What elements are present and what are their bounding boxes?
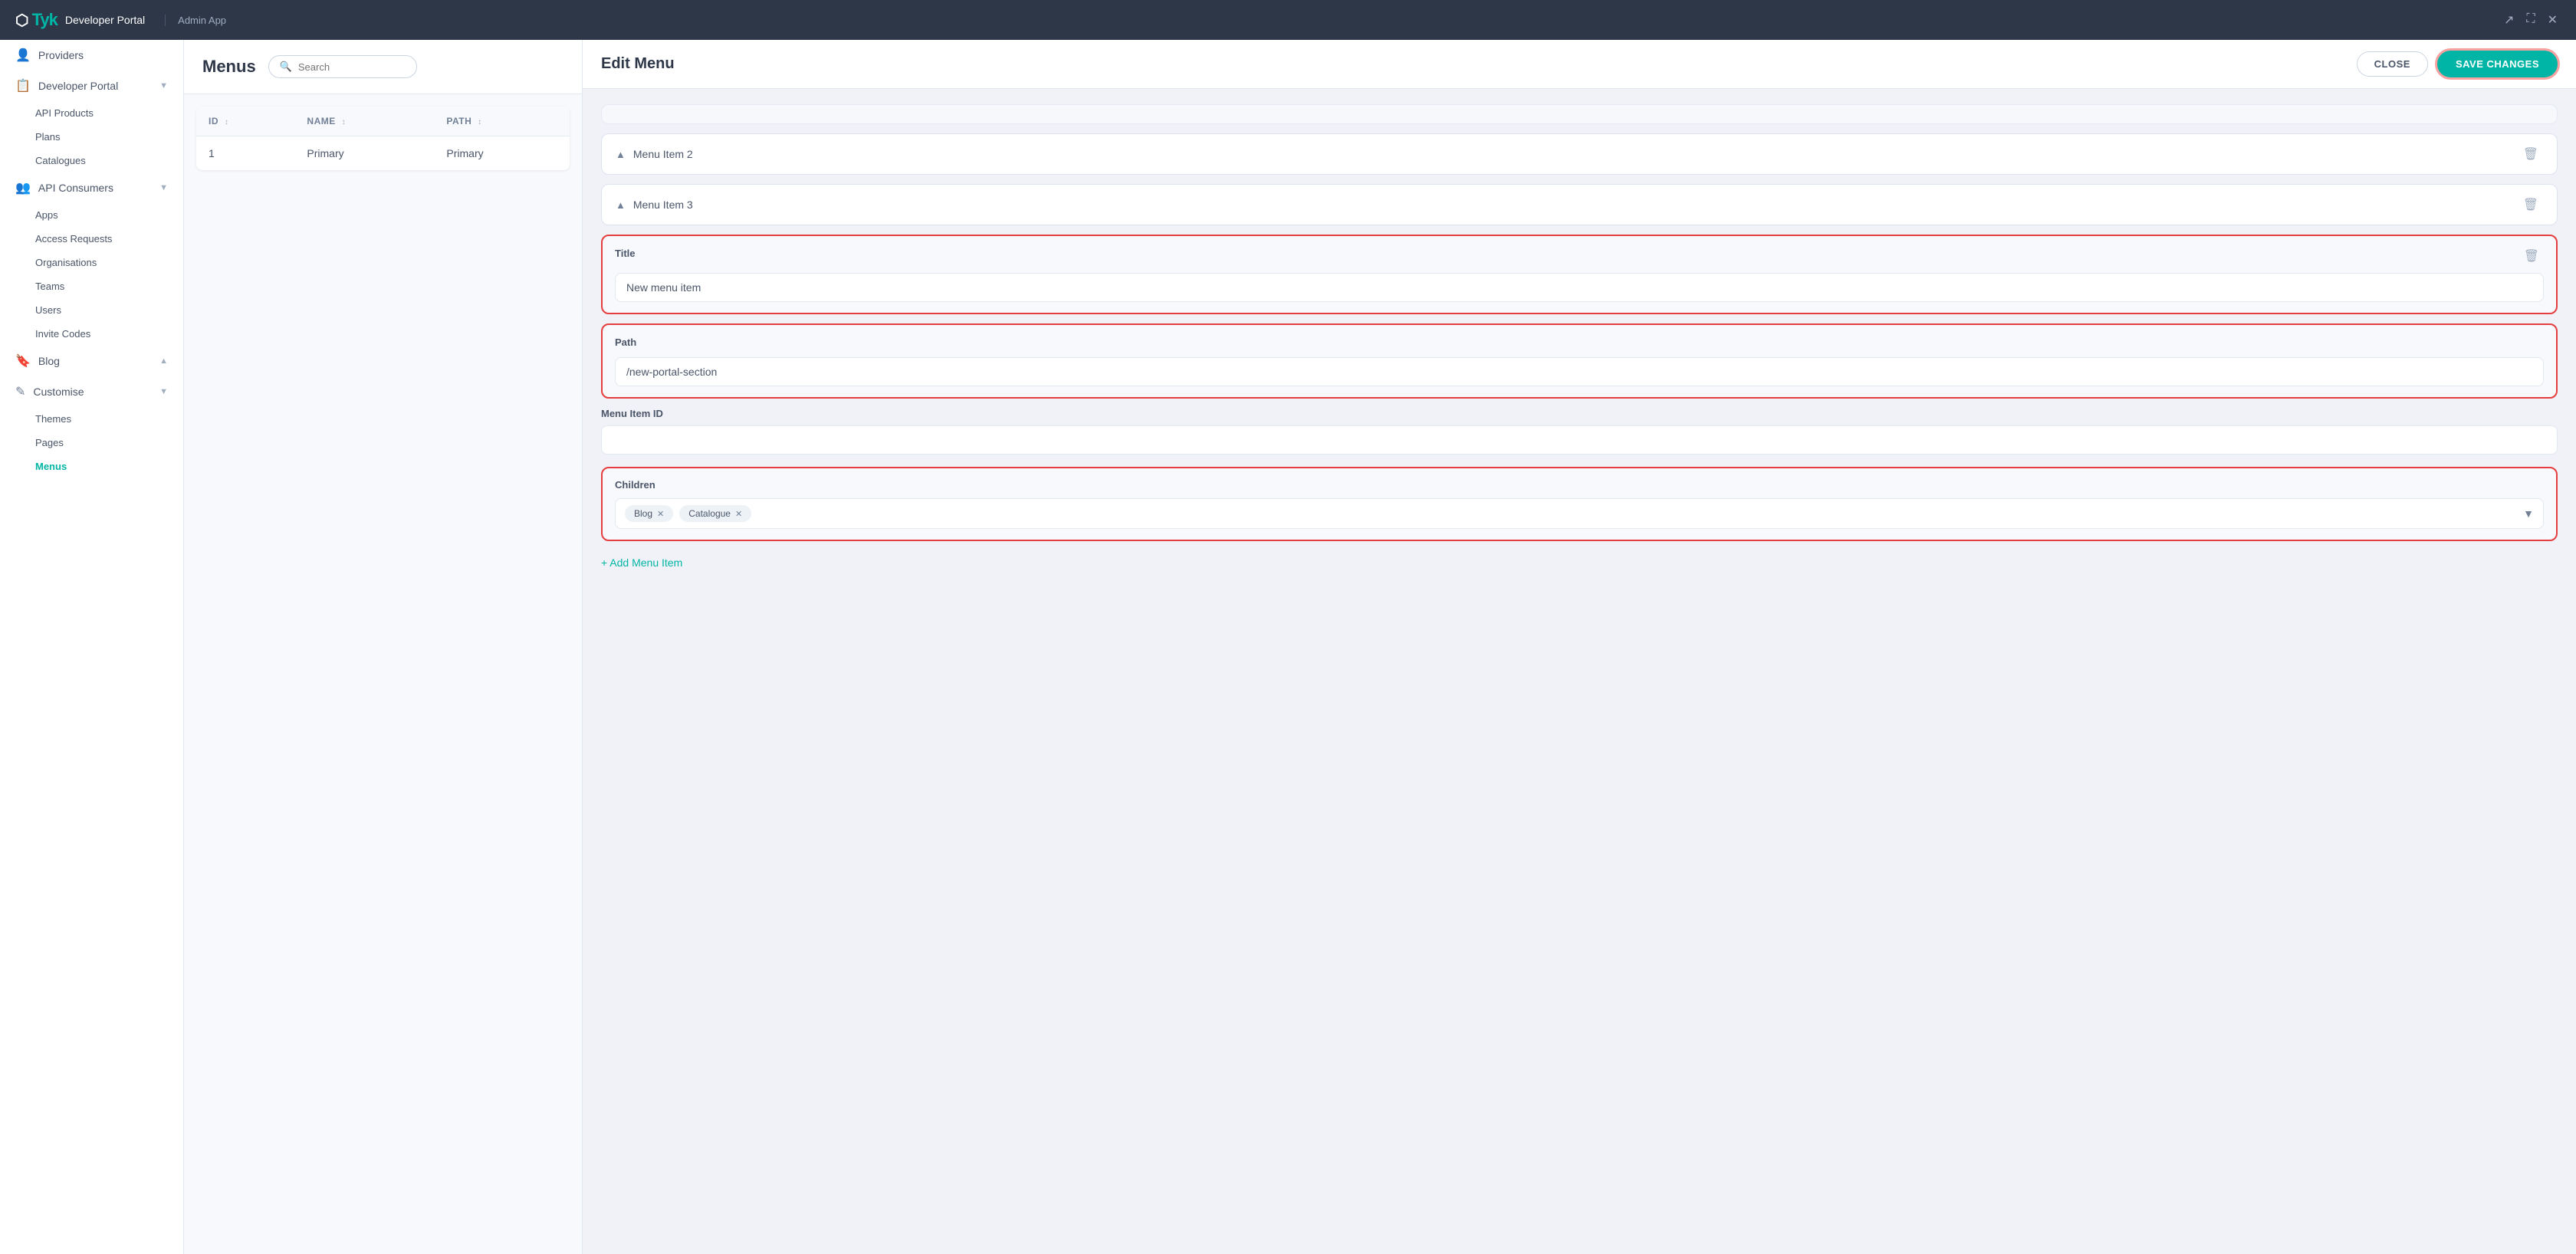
table-row[interactable]: 1 Primary Primary: [196, 136, 570, 171]
sidebar-item-themes[interactable]: Themes: [0, 407, 183, 431]
menu-item-above: [601, 104, 2558, 124]
chevron-up-icon: ▲: [616, 199, 626, 211]
sidebar-item-customise[interactable]: ✎ Customise ▼: [0, 376, 183, 407]
blog-icon: 🔖: [15, 353, 31, 369]
sort-path-icon: ↕: [478, 118, 482, 126]
customise-icon: ✎: [15, 384, 25, 399]
menus-header: Menus 🔍: [184, 40, 582, 94]
maximize-icon[interactable]: ⛶: [2523, 9, 2538, 31]
cell-name: Primary: [294, 136, 434, 171]
menus-table: ID ↕ NAME ↕ PATH ↕: [196, 107, 570, 170]
menu-item-id-label: Menu Item ID: [601, 408, 2558, 419]
sidebar-item-pages[interactable]: Pages: [0, 431, 183, 455]
remove-catalogue-tag-button[interactable]: ✕: [735, 509, 742, 519]
search-icon: 🔍: [280, 61, 292, 73]
remove-blog-tag-button[interactable]: ✕: [657, 509, 664, 519]
menu-item-id-input[interactable]: [601, 425, 2558, 455]
edit-header: Edit Menu CLOSE SAVE CHANGES: [583, 40, 2576, 89]
chevron-up-icon: ▲: [616, 149, 626, 160]
edit-panel: Edit Menu CLOSE SAVE CHANGES ▲ Menu Item…: [583, 40, 2576, 1254]
sidebar-item-access-requests[interactable]: Access Requests: [0, 227, 183, 251]
path-input[interactable]: /new-portal-section: [615, 357, 2544, 386]
app-container: ⬡ Tyk Developer Portal Admin App ↗ ⛶ ✕ 👤…: [0, 0, 2576, 1254]
sidebar-item-api-products[interactable]: API Products: [0, 101, 183, 125]
chevron-down-icon: ▼: [159, 387, 168, 396]
col-id[interactable]: ID ↕: [196, 107, 294, 136]
person-icon: 👤: [15, 48, 31, 63]
portal-icon: 📋: [15, 78, 31, 94]
tag-catalogue: Catalogue ✕: [679, 505, 751, 522]
chevron-down-icon: ▼: [159, 183, 168, 192]
sidebar-item-blog[interactable]: 🔖 Blog ▲: [0, 346, 183, 376]
header-icons: ↗ ⛶ ✕: [2501, 9, 2561, 31]
close-button[interactable]: CLOSE: [2357, 51, 2428, 77]
sidebar-item-developer-portal[interactable]: 📋 Developer Portal ▼: [0, 71, 183, 101]
sidebar-item-api-consumers[interactable]: 👥 API Consumers ▼: [0, 172, 183, 203]
tag-blog: Blog ✕: [625, 505, 673, 522]
children-input-area[interactable]: Blog ✕ Catalogue ✕ ▼: [615, 498, 2544, 529]
sort-id-icon: ↕: [225, 118, 229, 126]
menu-item-3-label: Menu Item 3: [633, 199, 2518, 211]
sidebar-item-teams[interactable]: Teams: [0, 274, 183, 298]
sidebar-item-providers[interactable]: 👤 Providers: [0, 40, 183, 71]
path-field-wrapper: Path /new-portal-section: [601, 323, 2558, 399]
search-box[interactable]: 🔍: [268, 55, 417, 78]
children-dropdown-icon[interactable]: ▼: [2523, 507, 2534, 520]
sidebar-item-menus[interactable]: Menus: [0, 455, 183, 478]
path-field-label: Path: [615, 336, 636, 348]
title-input[interactable]: New menu item: [615, 273, 2544, 302]
main-layout: 👤 Providers 📋 Developer Portal ▼ API Pro…: [0, 40, 2576, 1254]
chevron-up-icon: ▲: [159, 356, 168, 366]
cell-path: Primary: [434, 136, 570, 171]
cell-id: 1: [196, 136, 294, 171]
close-header-icon[interactable]: ✕: [2545, 9, 2561, 31]
sidebar: 👤 Providers 📋 Developer Portal ▼ API Pro…: [0, 40, 184, 1254]
top-header: ⬡ Tyk Developer Portal Admin App ↗ ⛶ ✕: [0, 0, 2576, 40]
search-input[interactable]: [298, 61, 406, 73]
tyk-logo: ⬡ Tyk: [15, 10, 58, 30]
sidebar-item-organisations[interactable]: Organisations: [0, 251, 183, 274]
menu-item-2-label: Menu Item 2: [633, 148, 2518, 160]
external-link-icon[interactable]: ↗: [2501, 9, 2517, 31]
title-field-label: Title: [615, 248, 636, 259]
children-label: Children: [615, 479, 2544, 491]
col-path[interactable]: PATH ↕: [434, 107, 570, 136]
logo-area: ⬡ Tyk Developer Portal Admin App: [15, 10, 226, 30]
menu-item-2-row[interactable]: ▲ Menu Item 2 🗑: [601, 133, 2558, 175]
table-container: ID ↕ NAME ↕ PATH ↕: [184, 94, 582, 182]
sidebar-item-plans[interactable]: Plans: [0, 125, 183, 149]
col-name[interactable]: NAME ↕: [294, 107, 434, 136]
menu-item-3-row[interactable]: ▲ Menu Item 3 🗑: [601, 184, 2558, 225]
chevron-down-icon: ▼: [159, 81, 168, 90]
edit-body: ▲ Menu Item 2 🗑 ▲ Menu Item 3 🗑 Title: [583, 89, 2576, 1254]
sort-name-icon: ↕: [342, 118, 347, 126]
portal-text: Developer Portal: [65, 14, 145, 26]
sidebar-item-invite-codes[interactable]: Invite Codes: [0, 322, 183, 346]
delete-menu-item-3-button[interactable]: 🗑: [2518, 195, 2543, 214]
sidebar-item-users[interactable]: Users: [0, 298, 183, 322]
content-area: Menus 🔍 ID ↕: [184, 40, 2576, 1254]
sidebar-item-apps[interactable]: Apps: [0, 203, 183, 227]
delete-active-item-button[interactable]: 🗑: [2519, 247, 2544, 265]
consumers-icon: 👥: [15, 180, 31, 195]
add-menu-item-button[interactable]: + Add Menu Item: [601, 550, 2558, 575]
title-field-wrapper: Title 🗑 New menu item: [601, 235, 2558, 314]
app-name-label: Admin App: [165, 15, 226, 26]
save-changes-button[interactable]: SAVE CHANGES: [2437, 51, 2558, 77]
sidebar-item-catalogues[interactable]: Catalogues: [0, 149, 183, 172]
edit-panel-title: Edit Menu: [601, 55, 2357, 73]
delete-menu-item-2-button[interactable]: 🗑: [2518, 145, 2543, 163]
menu-item-id-field-wrapper: Menu Item ID: [601, 408, 2558, 455]
menus-panel: Menus 🔍 ID ↕: [184, 40, 583, 1254]
children-wrapper: Children Blog ✕ Catalogue ✕ ▼: [601, 467, 2558, 541]
menus-title: Menus: [202, 57, 256, 77]
